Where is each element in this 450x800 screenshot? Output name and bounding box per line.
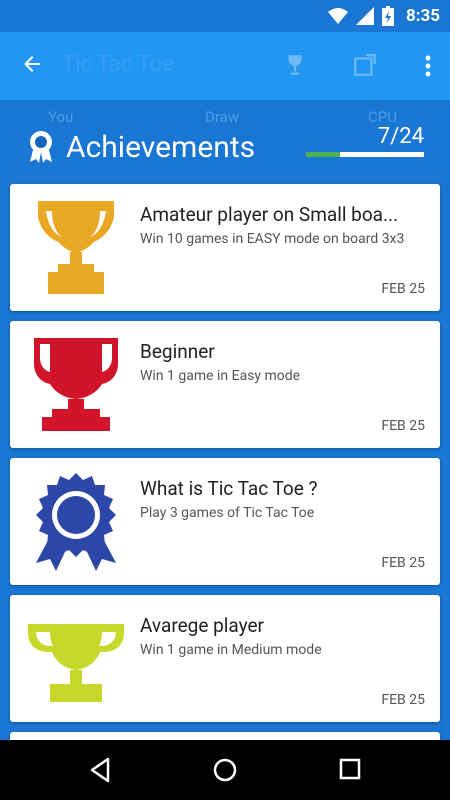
achievements-progress-fill [306, 152, 341, 157]
achievement-description: Win 10 games in EASY mode on board 3x3 [140, 231, 405, 247]
trophy-toolbar-icon[interactable] [282, 52, 308, 78]
achievement-card[interactable]: What is Tic Tac Toe ? Play 3 games of Ti… [10, 458, 440, 585]
gold-trophy-icon [38, 201, 114, 294]
achievement-date: FEB 25 [381, 692, 425, 708]
battery-charging-icon [381, 6, 394, 26]
achievement-card[interactable]: Avarege player Win 1 game in Medium mode… [10, 595, 440, 722]
achievement-name: Avarege player [140, 614, 264, 637]
achievement-ribbon-icon [30, 131, 52, 163]
signal-icon [355, 7, 374, 25]
achievements-header: Achievements 7/24 [0, 118, 450, 178]
wifi-icon [327, 8, 348, 24]
nav-back-icon[interactable] [88, 757, 112, 783]
nav-home-icon[interactable] [212, 757, 238, 783]
achievement-name: Beginner [140, 340, 215, 363]
achievement-description: Win 1 game in Easy mode [140, 368, 301, 384]
status-time: 8:35 [405, 6, 440, 26]
app-title: Tic Tac Toe [62, 52, 174, 77]
status-bar: 8:35 [0, 0, 450, 32]
achievement-description: Play 3 games of Tic Tac Toe [140, 505, 315, 521]
lime-trophy-icon [28, 624, 124, 702]
achievement-date: FEB 25 [381, 418, 425, 434]
blue-ribbon-icon [36, 473, 116, 571]
back-arrow-icon[interactable] [20, 52, 44, 76]
achievement-name: Amateur player on Small boa... [140, 203, 399, 226]
achievements-progress-bar [306, 152, 424, 157]
app-toolbar: Tic Tac Toe [0, 32, 450, 100]
achievement-date: FEB 25 [381, 555, 425, 571]
system-nav-bar [0, 740, 450, 800]
overflow-menu-icon[interactable] [424, 54, 432, 78]
achievement-date: FEB 25 [381, 281, 425, 297]
achievements-title: Achievements [66, 130, 256, 165]
achievement-name: What is Tic Tac Toe ? [140, 477, 318, 500]
achievement-card[interactable]: Amateur player on Small boa... Win 10 ga… [10, 184, 440, 311]
achievement-card[interactable]: Beginner Win 1 game in Easy mode FEB 25 [10, 321, 440, 448]
red-trophy-icon [34, 338, 118, 431]
nav-recents-icon[interactable] [339, 757, 361, 781]
achievements-count: 7/24 [377, 124, 424, 149]
share-toolbar-icon[interactable] [352, 52, 378, 78]
achievement-description: Win 1 game in Medium mode [140, 642, 322, 658]
